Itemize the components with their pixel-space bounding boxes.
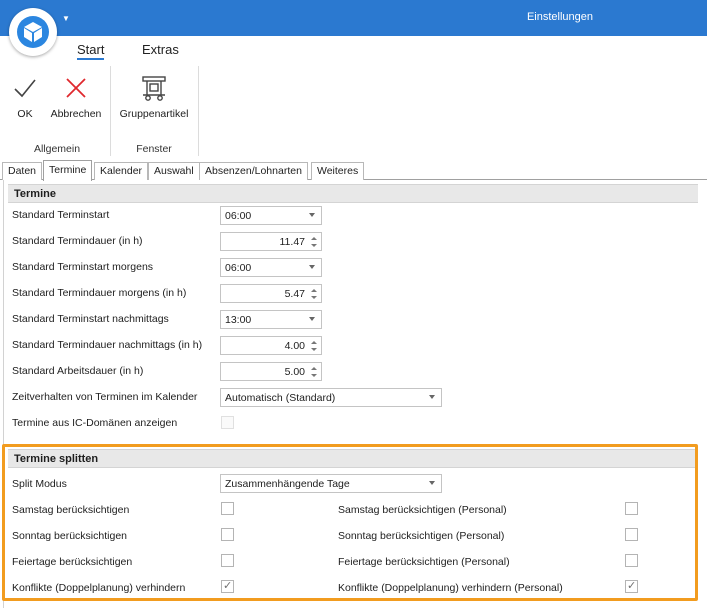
group-articles-button[interactable]: Gruppenartikel [116,72,192,120]
chevron-down-icon [309,213,315,217]
checkmark-icon [8,72,42,104]
afternoon-start-value: 13:00 [225,314,252,326]
standard-duration-value: 11.47 [279,236,306,248]
chevron-down-icon [309,317,315,321]
afternoon-duration-label: Standard Termindauer nachmittags (in h) [12,339,203,351]
ic-domains-label: Termine aus IC-Domänen anzeigen [12,417,178,429]
app-menu-arrow-icon[interactable]: ▼ [62,14,70,23]
group-articles-label: Gruppenartikel [119,108,189,120]
ok-button-label: OK [17,108,33,120]
work-duration-value: 5.00 [284,366,305,378]
spin-up-icon[interactable] [311,289,317,292]
chevron-down-icon [309,265,315,269]
standard-duration-label: Standard Termindauer (in h) [12,235,143,247]
time-behavior-value: Automatisch (Standard) [225,392,336,404]
morning-start-value: 06:00 [225,262,252,274]
ribbon-tab-start[interactable]: Start [77,42,105,60]
spin-down-icon[interactable] [311,244,317,247]
morning-duration-spinner[interactable]: 5.47 [220,284,322,303]
section-header-termine: Termine [8,184,698,203]
time-behavior-combo[interactable]: Automatisch (Standard) [220,388,442,407]
chevron-down-icon [429,395,435,399]
saturday-personal-checkbox[interactable] [625,502,638,515]
tab-kalender[interactable]: Kalender [94,162,149,180]
tab-auswahl[interactable]: Auswahl [148,162,200,180]
settings-tabstrip: Daten Termine Kalender Auswahl Absenzen/… [0,160,707,181]
spin-down-icon[interactable] [311,374,317,377]
split-mode-combo[interactable]: Zusammenhängende Tage [220,474,442,493]
holidays-checkbox[interactable] [221,554,234,567]
group-label-window: Fenster [136,143,172,155]
saturday-personal-label: Samstag berücksichtigen (Personal) [338,504,507,516]
afternoon-start-label: Standard Terminstart nachmittags [12,313,169,325]
work-duration-label: Standard Arbeitsdauer (in h) [12,365,144,377]
checkmark-icon: ✓ [223,580,233,592]
saturday-label: Samstag berücksichtigen [12,504,130,516]
conflicts-label: Konflikte (Doppelplanung) verhindern [12,582,186,594]
group-separator [198,66,199,156]
group-label-general: Allgemein [33,143,81,155]
holidays-label: Feiertage berücksichtigen [12,556,133,568]
morning-duration-value: 5.47 [284,288,305,300]
ic-domains-checkbox [221,416,234,429]
afternoon-start-combo[interactable]: 13:00 [220,310,322,329]
checkmark-icon: ✓ [627,580,637,592]
sunday-personal-checkbox[interactable] [625,528,638,541]
cancel-button-label: Abbrechen [50,108,102,120]
holidays-personal-label: Feiertage berücksichtigen (Personal) [338,556,510,568]
standard-duration-spinner[interactable]: 11.47 [220,232,322,251]
tab-daten[interactable]: Daten [2,162,43,180]
tab-weiteres[interactable]: Weiteres [311,162,365,180]
cube-icon [17,16,49,48]
chevron-down-icon [429,481,435,485]
afternoon-duration-value: 4.00 [284,340,305,352]
sunday-personal-label: Sonntag berücksichtigen (Personal) [338,530,505,542]
conflicts-checkbox[interactable]: ✓ [221,580,234,593]
spin-up-icon[interactable] [311,341,317,344]
cross-icon [47,72,105,104]
saturday-checkbox[interactable] [221,502,234,515]
work-duration-spinner[interactable]: 5.00 [220,362,322,381]
spin-up-icon[interactable] [311,367,317,370]
split-mode-label: Split Modus [12,478,67,490]
morning-duration-label: Standard Termindauer morgens (in h) [12,287,187,299]
holidays-personal-checkbox[interactable] [625,554,638,567]
time-behavior-label: Zeitverhalten von Terminen im Kalender [12,391,198,403]
tab-termine[interactable]: Termine [43,160,93,181]
spin-up-icon[interactable] [311,237,317,240]
settings-content: Termine Standard Terminstart 06:00 Stand… [3,180,707,608]
sunday-checkbox[interactable] [221,528,234,541]
ribbon-tab-extras[interactable]: Extras [142,42,179,57]
sunday-label: Sonntag berücksichtigen [12,530,127,542]
spin-down-icon[interactable] [311,348,317,351]
cancel-button[interactable]: Abbrechen [47,72,105,120]
ribbon: OK Abbrechen Allgemein Gruppenartikel Fe… [0,64,707,158]
spin-down-icon[interactable] [311,296,317,299]
morning-start-combo[interactable]: 06:00 [220,258,322,277]
afternoon-duration-spinner[interactable]: 4.00 [220,336,322,355]
ribbon-tabs: Start Extras [0,36,707,64]
tab-absenzen-lohnarten[interactable]: Absenzen/Lohnarten [199,162,308,180]
section-header-split: Termine splitten [8,449,698,468]
standard-start-value: 06:00 [225,210,252,222]
ok-button[interactable]: OK [8,72,42,120]
standard-start-combo[interactable]: 06:00 [220,206,322,225]
group-separator [110,66,111,156]
morning-start-label: Standard Terminstart morgens [12,261,154,273]
standard-start-label: Standard Terminstart [12,209,110,221]
app-logo-button[interactable] [9,8,57,56]
title-bar: Einstellungen ▼ [0,0,707,36]
conflicts-personal-checkbox[interactable]: ✓ [625,580,638,593]
conflicts-personal-label: Konflikte (Doppelplanung) verhindern (Pe… [338,582,563,594]
window-title: Einstellungen [526,11,594,23]
split-mode-value: Zusammenhängende Tage [225,478,350,490]
forklift-icon [116,72,192,104]
